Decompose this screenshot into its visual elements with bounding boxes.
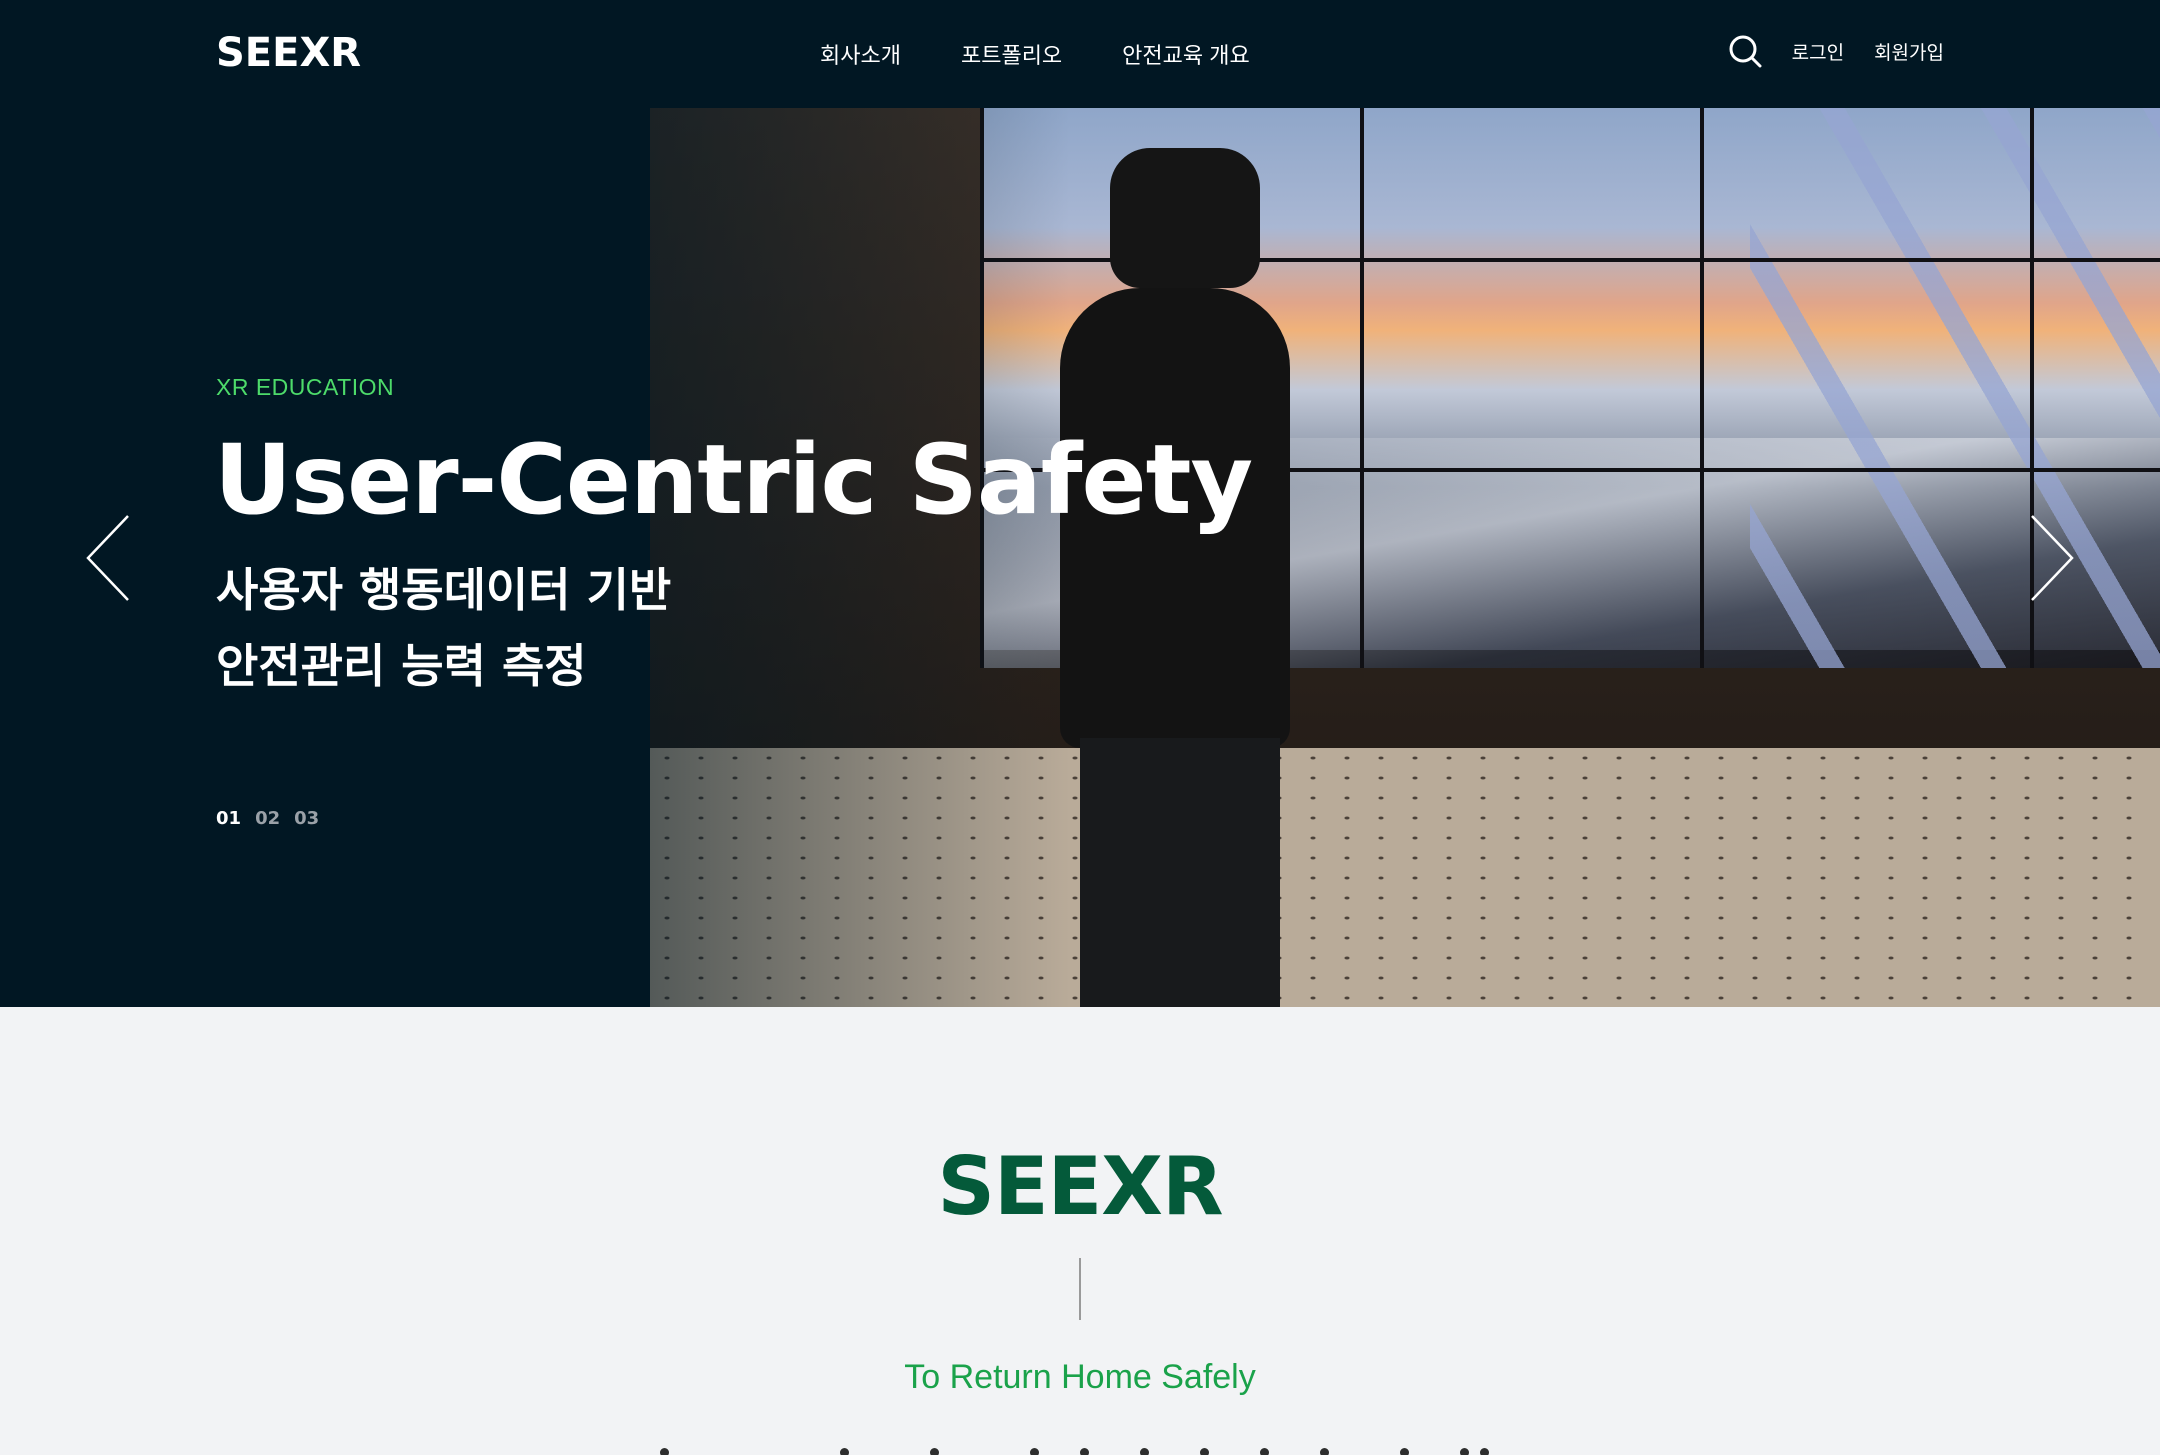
hero-eyebrow: XR EDUCATION — [216, 374, 395, 400]
divider — [1079, 1258, 1081, 1320]
hero-subtitle-line: 안전관리 능력 측정 — [216, 639, 587, 693]
nav-safety-education[interactable]: 안전교육 개요 — [1122, 38, 1250, 70]
pager-item-3[interactable]: 03 — [294, 808, 319, 829]
pager-item-1[interactable]: 01 — [216, 808, 241, 829]
search-icon[interactable] — [1728, 34, 1762, 68]
slide-pager: 01 02 03 — [216, 808, 319, 829]
intro-logo: SEEXR — [937, 1140, 1223, 1233]
header-utilities: 로그인 회원가입 — [1728, 34, 1944, 68]
hero-photo — [650, 108, 2160, 1007]
site-header: SEEXR 회사소개 포트폴리오 안전교육 개요 로그인 회원가입 — [0, 0, 2160, 108]
signup-link[interactable]: 회원가입 — [1874, 38, 1944, 65]
login-link[interactable]: 로그인 — [1792, 38, 1844, 65]
hero-slider: XR EDUCATION User-Centric Safety 사용자 행동데… — [0, 108, 2160, 1007]
chevron-right-icon[interactable] — [2020, 508, 2080, 608]
hero-subtitle: 사용자 행동데이터 기반 안전관리 능력 측정 — [216, 552, 671, 704]
intro-tagline: To Return Home Safely — [904, 1358, 1256, 1396]
pager-item-2[interactable]: 02 — [255, 808, 280, 829]
nav-portfolio[interactable]: 포트폴리오 — [961, 38, 1062, 70]
hero-subtitle-line: 사용자 행동데이터 기반 — [216, 563, 672, 617]
hero-title: User-Centric Safety — [214, 424, 1253, 536]
main-nav: 회사소개 포트폴리오 안전교육 개요 — [820, 38, 1250, 70]
chevron-left-icon[interactable] — [80, 508, 140, 608]
site-logo[interactable]: SEEXR — [216, 30, 361, 76]
cut-off-text — [640, 1440, 1520, 1455]
nav-company[interactable]: 회사소개 — [820, 38, 901, 70]
